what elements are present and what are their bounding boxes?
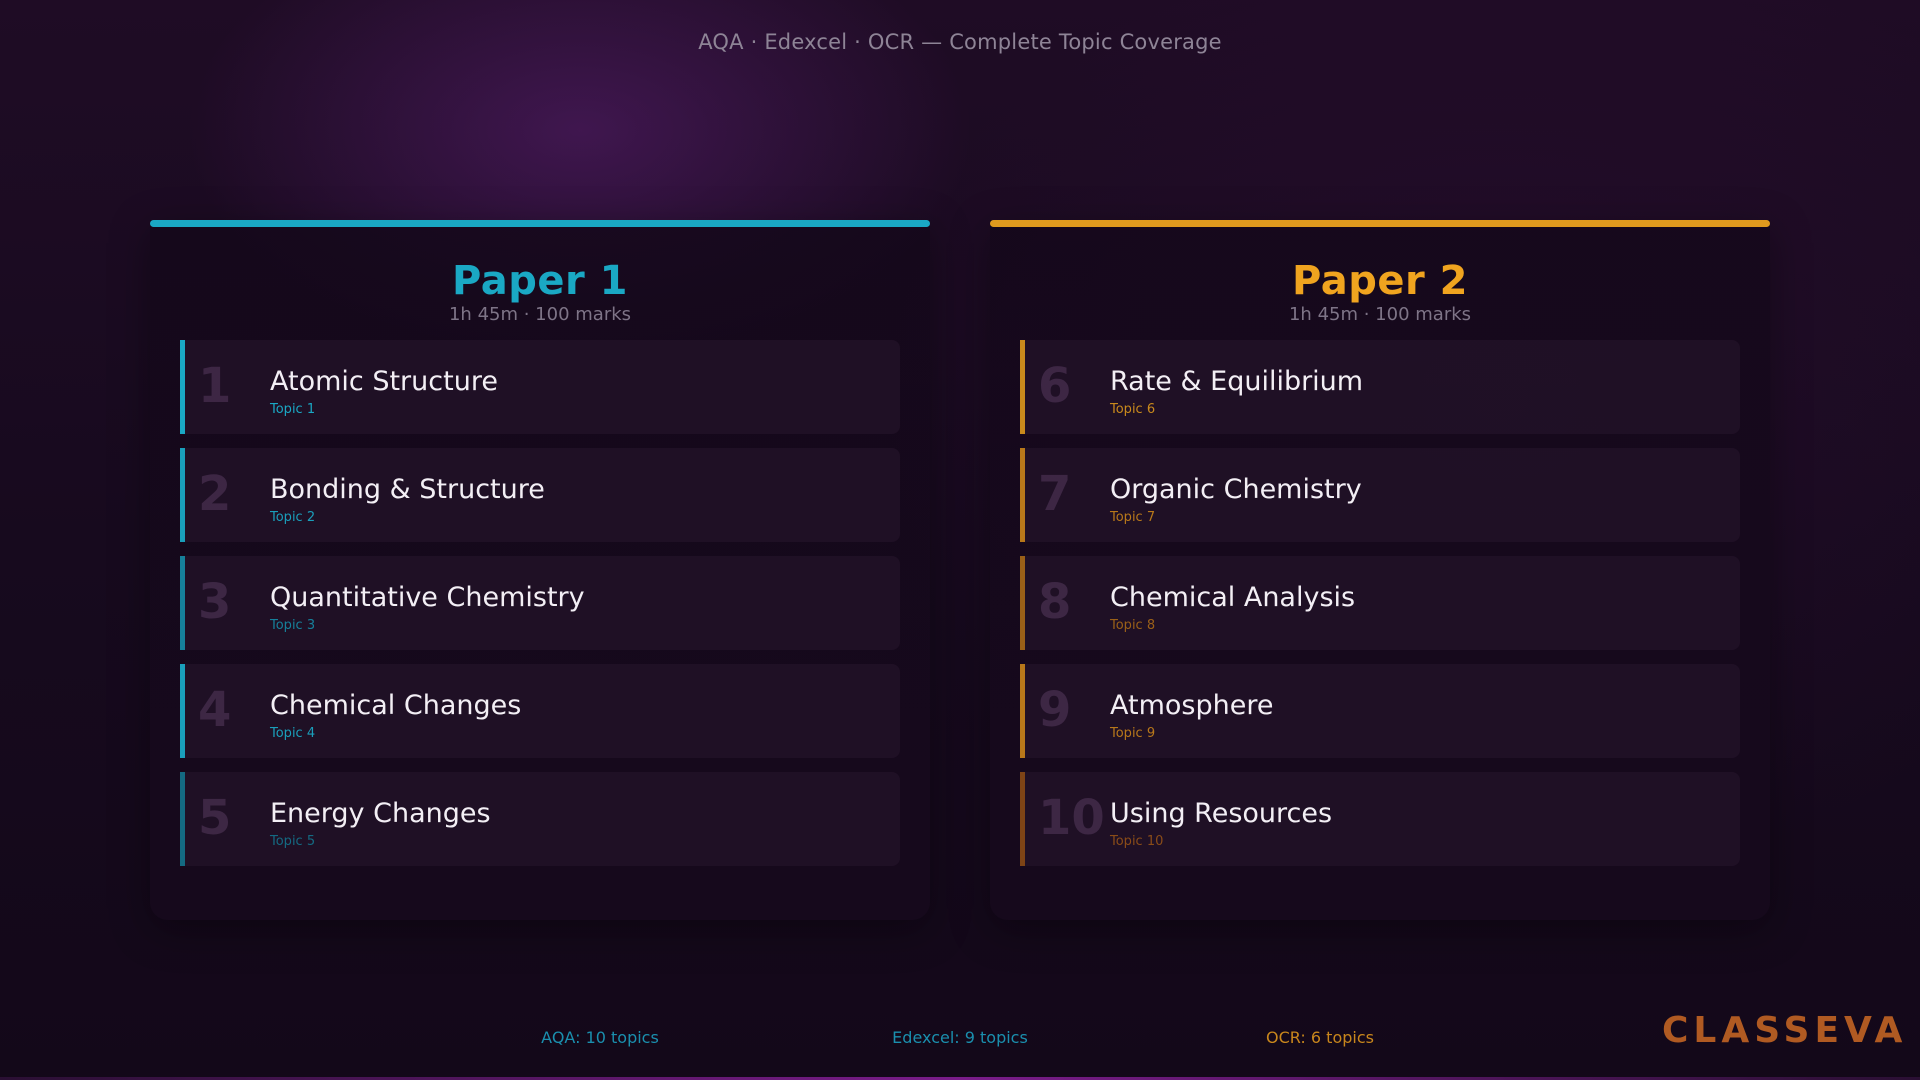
topic-name: Organic Chemistry — [1110, 474, 1362, 505]
topic-label: Topic 9 — [1110, 726, 1156, 741]
topic-name: Atomic Structure — [270, 366, 498, 397]
topic-row-5[interactable]: 5 Energy Changes Topic 5 — [180, 772, 900, 866]
topic-label: Topic 3 — [270, 618, 316, 633]
topic-stripe — [1020, 772, 1025, 866]
topic-number: 4 — [198, 682, 232, 738]
topic-stripe — [1020, 556, 1025, 650]
topic-label: Topic 2 — [270, 510, 316, 525]
topic-stripe — [180, 556, 185, 650]
topic-row-3[interactable]: 3 Quantitative Chemistry Topic 3 — [180, 556, 900, 650]
topic-stripe — [180, 664, 185, 758]
topic-name: Chemical Analysis — [1110, 582, 1356, 613]
topic-label: Topic 4 — [270, 726, 316, 741]
topic-name: Bonding & Structure — [270, 474, 545, 505]
coverage-subtitle: AQA · Edexcel · OCR — Complete Topic Cov… — [698, 30, 1222, 54]
topic-number: 2 — [198, 466, 232, 522]
paper-1-topic-list: 1 Atomic Structure Topic 1 2 Bonding & S… — [180, 340, 900, 880]
topic-row-1[interactable]: 1 Atomic Structure Topic 1 — [180, 340, 900, 434]
topic-stripe — [1020, 448, 1025, 542]
topic-number: 8 — [1038, 574, 1072, 630]
topic-row-4[interactable]: 4 Chemical Changes Topic 4 — [180, 664, 900, 758]
paper-1-card: Paper 1 1h 45m · 100 marks 1 Atomic Stru… — [150, 220, 930, 920]
topic-name: Chemical Changes — [270, 690, 522, 721]
topic-label: Topic 7 — [1110, 510, 1156, 525]
topic-number: 9 — [1038, 682, 1072, 738]
topic-number: 1 — [198, 358, 232, 414]
paper-2-card: Paper 2 1h 45m · 100 marks 6 Rate & Equi… — [990, 220, 1770, 920]
topic-row-7[interactable]: 7 Organic Chemistry Topic 7 — [1020, 448, 1740, 542]
paper-2-meta: 1h 45m · 100 marks — [1288, 304, 1472, 325]
topic-label: Topic 5 — [270, 834, 316, 849]
topic-row-9[interactable]: 9 Atmosphere Topic 9 — [1020, 664, 1740, 758]
topic-stripe — [1020, 340, 1025, 434]
footer-ocr-count: OCR: 6 topics — [1266, 1028, 1374, 1047]
footer-aqa-count: AQA: 10 topics — [541, 1028, 659, 1047]
topic-number: 3 — [198, 574, 232, 630]
classeva-logo: CLASSEVA — [1662, 1010, 1908, 1051]
topic-number: 7 — [1038, 466, 1072, 522]
topic-stripe — [180, 340, 185, 434]
paper-1-meta: 1h 45m · 100 marks — [448, 304, 632, 325]
topic-row-6[interactable]: 6 Rate & Equilibrium Topic 6 — [1020, 340, 1740, 434]
paper-1-title: Paper 1 — [452, 258, 628, 304]
topic-label: Topic 10 — [1110, 834, 1164, 849]
paper-2-topic-list: 6 Rate & Equilibrium Topic 6 7 Organic C… — [1020, 340, 1740, 880]
topic-row-8[interactable]: 8 Chemical Analysis Topic 8 — [1020, 556, 1740, 650]
topic-stripe — [1020, 664, 1025, 758]
topic-number: 5 — [198, 790, 232, 846]
topic-name: Using Resources — [1110, 798, 1333, 829]
topic-name: Energy Changes — [270, 798, 491, 829]
topic-label: Topic 6 — [1110, 402, 1156, 417]
topic-stripe — [180, 772, 185, 866]
topic-row-10[interactable]: 10 Using Resources Topic 10 — [1020, 772, 1740, 866]
topic-stripe — [180, 448, 185, 542]
topic-row-2[interactable]: 2 Bonding & Structure Topic 2 — [180, 448, 900, 542]
paper-1-accent-bar — [150, 220, 930, 227]
footer-edexcel-count: Edexcel: 9 topics — [892, 1028, 1028, 1047]
topic-name: Quantitative Chemistry — [270, 582, 585, 613]
topic-name: Rate & Equilibrium — [1110, 366, 1364, 397]
topic-name: Atmosphere — [1110, 690, 1274, 721]
topic-number: 10 — [1038, 790, 1105, 846]
topic-number: 6 — [1038, 358, 1072, 414]
topic-label: Topic 8 — [1110, 618, 1156, 633]
topic-label: Topic 1 — [270, 402, 316, 417]
paper-2-title: Paper 2 — [1292, 258, 1468, 304]
paper-2-accent-bar — [990, 220, 1770, 227]
